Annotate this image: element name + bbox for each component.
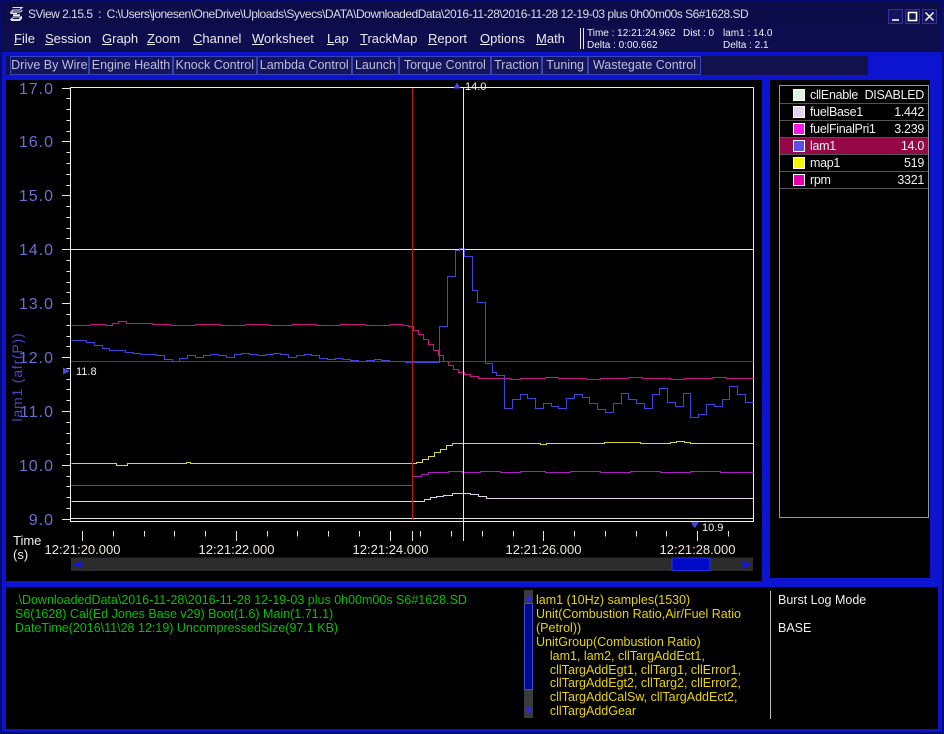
svg-text:lam1 (afr(P)): lam1 (afr(P)): [9, 333, 25, 422]
svg-text:17.0: 17.0: [19, 81, 54, 98]
svg-text:12:21:26.000: 12:21:26.000: [506, 542, 582, 557]
svg-text:14.0: 14.0: [19, 242, 54, 259]
svg-text:11.8: 11.8: [76, 366, 97, 378]
svg-text:12:21:22.000: 12:21:22.000: [199, 542, 275, 557]
svg-text:12:21:20.000: 12:21:20.000: [45, 542, 121, 557]
svg-text:16.0: 16.0: [19, 134, 54, 151]
svg-text:12:21:28.000: 12:21:28.000: [660, 542, 736, 557]
svg-text:13.0: 13.0: [19, 296, 54, 313]
svg-text:10.0: 10.0: [19, 458, 54, 475]
svg-text:14.0: 14.0: [465, 81, 486, 93]
svg-text:15.0: 15.0: [19, 188, 54, 205]
svg-text:11.0: 11.0: [20, 404, 54, 421]
svg-text:9.0: 9.0: [29, 512, 54, 529]
svg-text:Time: Time: [13, 533, 41, 548]
svg-text:12:21:24.000: 12:21:24.000: [353, 542, 429, 557]
svg-text:(s): (s): [13, 547, 28, 562]
svg-text:10.9: 10.9: [702, 522, 723, 534]
